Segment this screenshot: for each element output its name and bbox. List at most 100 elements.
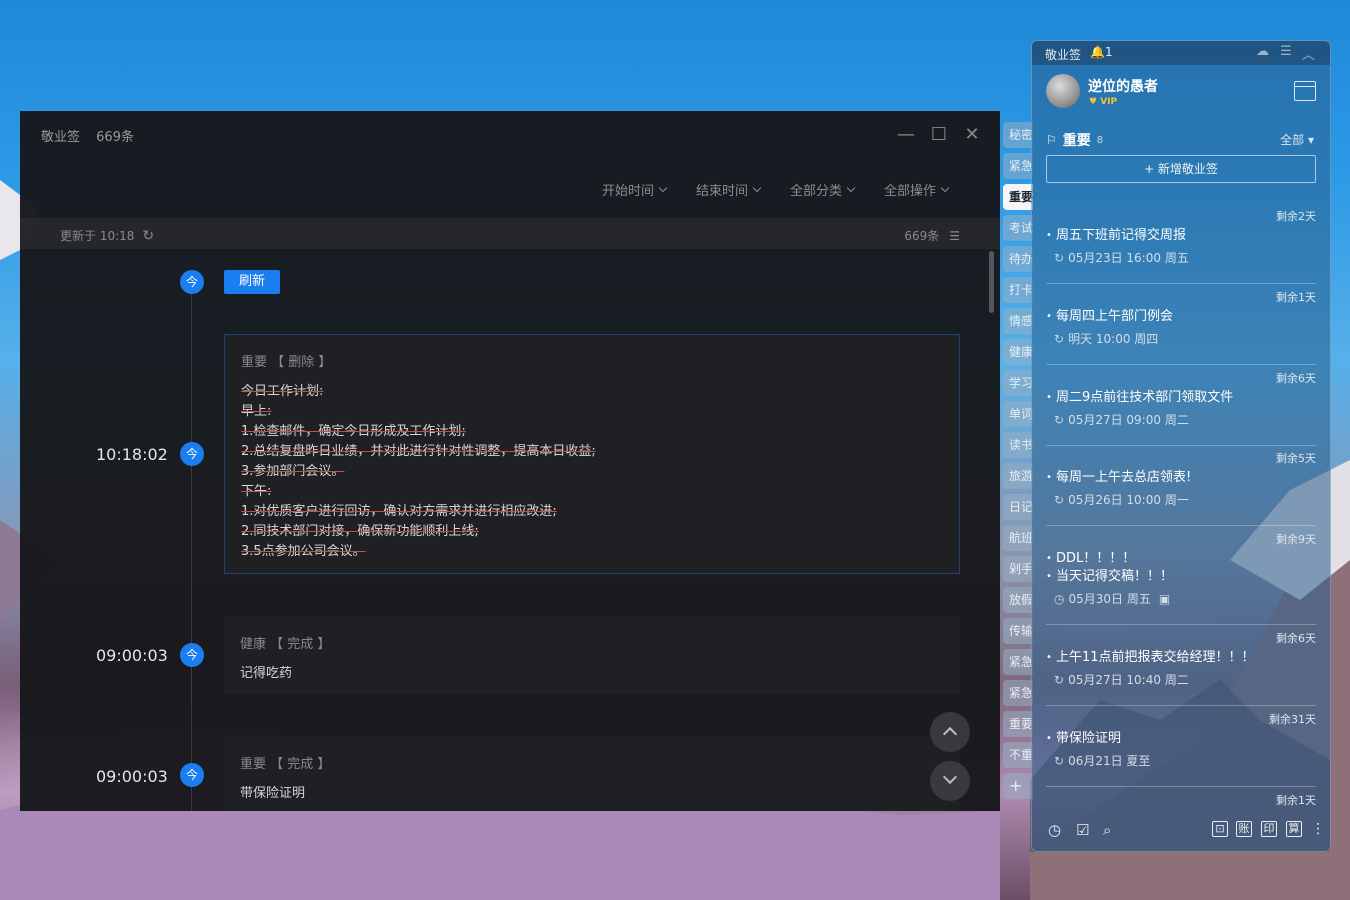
list-item[interactable]: 剩余6天 上午11点前把报表交给经理！！！ ↻05月27日 10:40 周二 (1046, 625, 1316, 706)
list-item[interactable]: 剩余2天 周五下班前记得交周报 ↻05月23日 16:00 周五 (1046, 203, 1316, 284)
more-icon[interactable]: ⋮ (1311, 821, 1325, 837)
search-icon[interactable]: ⌕ (1103, 821, 1111, 839)
card-category: 重要 (241, 355, 268, 370)
item-title: 带保险证明 (1046, 730, 1121, 748)
bell-count: 1 (1104, 45, 1113, 59)
scroll-down-button[interactable] (930, 761, 970, 801)
tab-secret[interactable]: 秘密 (1003, 122, 1033, 148)
calculator-icon[interactable]: 算 (1286, 821, 1302, 837)
timeline-line (191, 281, 192, 811)
tab-important-2[interactable]: 重要 (1003, 711, 1033, 737)
maximize-button[interactable]: ☐ (927, 123, 951, 147)
close-button[interactable]: ✕ (960, 123, 984, 147)
today-badge: 今 (180, 270, 204, 294)
list-item[interactable]: 剩余9天 DDL！！！！ 当天记得交稿！！！ ◷05月30日 周五 ▣ (1046, 526, 1316, 625)
minimize-button[interactable]: — (894, 123, 918, 147)
tab-flight[interactable]: 航班 (1003, 525, 1033, 551)
item-date: 05月27日 09:00 周二 (1068, 413, 1189, 427)
tab-important[interactable]: 重要 (1003, 184, 1033, 210)
filter-action[interactable]: 全部操作 (884, 180, 950, 199)
card-header: 健康 【 完成 】 (240, 633, 944, 652)
add-note-button[interactable]: + 新增敬业签 (1046, 155, 1316, 183)
clock-icon: ◷ (1054, 591, 1065, 606)
card-line: 2.总结复盘昨日业绩，并对此进行针对性调整，提高本日收益; (241, 444, 596, 459)
account-icon[interactable]: 账 (1236, 821, 1252, 837)
tab-urgent[interactable]: 紧急 (1003, 153, 1033, 179)
tab-reading[interactable]: 读书 (1003, 432, 1033, 458)
list-item[interactable]: 剩余5天 每周一上午去总店领表! ↻05月26日 10:00 周一 (1046, 445, 1316, 526)
tab-urgent-2[interactable]: 紧急 (1003, 649, 1033, 675)
main-window: 敬业签 669条 — ☐ ✕ 开始时间 结束时间 全部分类 全部操作 更新于 1… (20, 111, 1000, 811)
tab-words[interactable]: 单词 (1003, 401, 1033, 427)
tab-holiday[interactable]: 放假 (1003, 587, 1033, 613)
list-item[interactable]: 剩余1天 (1046, 787, 1316, 811)
tab-urgent-3[interactable]: 紧急 (1003, 680, 1033, 706)
remain-days: 剩余6天 (1276, 372, 1316, 385)
card-category: 健康 (240, 637, 267, 652)
log-card[interactable]: 健康 【 完成 】 记得吃药 (224, 617, 960, 694)
log-card[interactable]: 重要 【 完成 】 带保险证明 (224, 737, 960, 811)
tab-study[interactable]: 学习 (1003, 370, 1033, 396)
filter-bar: 开始时间 结束时间 全部分类 全部操作 (602, 180, 950, 199)
avatar[interactable] (1046, 74, 1080, 108)
card-action: 【 删除 】 (271, 355, 332, 370)
item-title: DDL！！！！ (1046, 550, 1135, 568)
tab-emotion[interactable]: 情感 (1003, 308, 1033, 334)
chevron-down-icon (940, 183, 950, 193)
panel-titlebar: 敬业签 🔔1 ☁ ☰ ︿ (1032, 41, 1330, 65)
item-title: 每周一上午去总店领表! (1046, 469, 1191, 487)
card-line: 3.参加部门会议。 (241, 464, 345, 479)
item-title: 周二9点前往技术部门领取文件 (1046, 389, 1233, 407)
item-date: 05月23日 16:00 周五 (1068, 251, 1189, 265)
vip-label: VIP (1100, 97, 1118, 107)
log-card[interactable]: 重要 【 删除 】 今日工作计划: 早上: 1.检查邮件，确定今日形成及工作计划… (224, 334, 960, 574)
tab-travel[interactable]: 旅游 (1003, 463, 1033, 489)
list-item[interactable]: 剩余6天 周二9点前往技术部门领取文件 ↻05月27日 09:00 周二 (1046, 365, 1316, 446)
repeat-icon: ↻ (1054, 492, 1065, 507)
scroll-up-button[interactable] (930, 712, 970, 752)
vip-badge: ♥ VIP (1089, 97, 1118, 107)
side-panel: 敬业签 🔔1 ☁ ☰ ︿ 逆位的愚者 ♥ VIP ⚐ 重要 8 全部 ▾ + 新… (1031, 40, 1331, 852)
collapse-icon[interactable]: ︿ (1302, 44, 1315, 63)
tab-todo[interactable]: 待办 (1003, 246, 1033, 272)
section-filter-label: 全部 (1280, 133, 1305, 147)
calendar-icon[interactable] (1294, 81, 1316, 101)
section-name: 重要 (1062, 133, 1091, 149)
tab-unimportant[interactable]: 不重 (1003, 742, 1033, 768)
repeat-icon: ↻ (1054, 672, 1065, 687)
repeat-icon: ↻ (1054, 412, 1065, 427)
clock-icon[interactable]: ◷ (1048, 821, 1061, 839)
tab-exam[interactable]: 考试 (1003, 215, 1033, 241)
list-sort-icon[interactable]: ☰ (949, 229, 960, 243)
remain-days: 剩余6天 (1276, 632, 1316, 645)
bell-icon[interactable]: 🔔1 (1090, 45, 1113, 59)
filter-category[interactable]: 全部分类 (790, 180, 856, 199)
print-icon[interactable]: 印 (1261, 821, 1277, 837)
refresh-icon[interactable]: ↻ (142, 228, 154, 244)
record-count: 669条 (904, 229, 940, 243)
tab-health[interactable]: 健康 (1003, 339, 1033, 365)
menu-icon[interactable]: ☰ (1280, 44, 1292, 59)
screenshot-icon[interactable]: ⊡ (1212, 821, 1228, 837)
scrollbar[interactable] (989, 251, 994, 313)
chevron-down-icon (658, 183, 668, 193)
tab-checkin[interactable]: 打卡 (1003, 277, 1033, 303)
filter-end-time[interactable]: 结束时间 (696, 180, 762, 199)
list-item[interactable]: 剩余1天 每周四上午部门例会 ↻明天 10:00 周四 (1046, 284, 1316, 365)
remain-days: 剩余1天 (1276, 794, 1316, 807)
entry-time: 10:18:02 (96, 445, 168, 464)
repeat-icon: ↻ (1054, 250, 1065, 265)
repeat-icon: ↻ (1054, 331, 1065, 346)
filter-start-time[interactable]: 开始时间 (602, 180, 668, 199)
cloud-sync-icon[interactable]: ☁ (1256, 44, 1269, 59)
tab-transfer[interactable]: 传输 (1003, 618, 1033, 644)
tab-diary[interactable]: 日记 (1003, 494, 1033, 520)
section-filter[interactable]: 全部 ▾ (1280, 131, 1314, 148)
add-tab-button[interactable]: + (1003, 773, 1033, 799)
list-item[interactable]: 剩余31天 带保险证明 ↻06月21日 夏至 (1046, 706, 1316, 787)
tab-shopping[interactable]: 剁手 (1003, 556, 1033, 582)
card-line: 1.检查邮件，确定今日形成及工作计划; (241, 424, 466, 439)
check-calendar-icon[interactable]: ☑ (1076, 821, 1089, 839)
updated-time: 更新于 10:18 (60, 229, 135, 243)
refresh-button[interactable]: 刷新 (224, 270, 280, 294)
